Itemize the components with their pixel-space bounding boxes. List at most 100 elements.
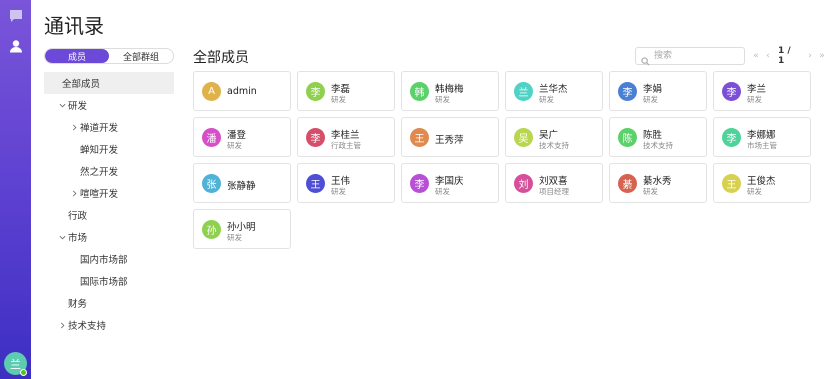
tree-item[interactable]: 市场 [44, 226, 174, 248]
member-role: 研发 [643, 187, 658, 196]
tree-item-label: 财务 [68, 299, 88, 310]
member-card[interactable]: 李李娜娜 市场主管 [713, 117, 811, 157]
tree-item-label: 行政 [68, 211, 88, 222]
member-role: 研发 [747, 95, 762, 104]
tree-item[interactable]: 财务 [44, 292, 174, 314]
tree-item-label: 国际市场部 [80, 277, 128, 288]
member-name: 韩梅梅 [435, 84, 464, 95]
tree-item[interactable]: 研发 [44, 94, 174, 116]
tree-item-label: 全部成员 [62, 79, 101, 90]
member-card[interactable]: 李李国庆 研发 [401, 163, 499, 203]
search-box [635, 47, 745, 66]
chat-icon[interactable] [7, 7, 24, 24]
member-name: 李娟 [643, 84, 663, 95]
tree-item-label: 喧喧开发 [80, 189, 119, 200]
tree-item-label: 蝉知开发 [80, 145, 119, 156]
avatar: 陈 [618, 128, 637, 147]
member-role: 研发 [227, 141, 242, 150]
member-role: 研发 [227, 233, 242, 242]
member-role: 研发 [435, 95, 450, 104]
member-card[interactable]: 李李磊 研发 [297, 71, 395, 111]
member-card[interactable]: 李李娟 研发 [609, 71, 707, 111]
tab-members[interactable]: 成员 [45, 49, 109, 63]
member-card[interactable]: 王王秀萍 [401, 117, 499, 157]
tree-item[interactable]: 行政 [44, 204, 174, 226]
tree-item[interactable]: 然之开发 [44, 160, 174, 182]
member-name: 王俊杰 [747, 176, 776, 187]
tree-item[interactable]: 蝉知开发 [44, 138, 174, 160]
avatar: 潘 [202, 128, 221, 147]
tree-item-label: 研发 [68, 101, 88, 112]
member-card[interactable]: 刘刘双喜 项目经理 [505, 163, 603, 203]
member-card[interactable]: 张张静静 [193, 163, 291, 203]
member-name: 王秀萍 [435, 135, 464, 146]
member-role: 技术支持 [643, 141, 673, 150]
chevron-right-icon[interactable] [58, 321, 66, 329]
avatar: 綦 [618, 174, 637, 193]
next-page-icon[interactable]: › [804, 51, 816, 61]
page-title: 通讯录 [44, 14, 104, 38]
member-name: 李娜娜 [747, 130, 776, 141]
member-name: 李兰 [747, 84, 767, 95]
tab-switcher: 成员 全部群组 [44, 48, 174, 64]
tree-item[interactable]: 国内市场部 [44, 248, 174, 270]
avatar: 李 [618, 82, 637, 101]
avatar: 李 [410, 174, 429, 193]
avatar: 王 [410, 128, 429, 147]
tree-item[interactable]: 全部成员 [44, 72, 174, 94]
member-card[interactable]: 兰兰华杰 研发 [505, 71, 603, 111]
tree-item-label: 市场 [68, 233, 88, 244]
tree-item[interactable]: 喧喧开发 [44, 182, 174, 204]
tree-item[interactable]: 国际市场部 [44, 270, 174, 292]
member-card[interactable]: 陈陈胜 技术支持 [609, 117, 707, 157]
member-role: 研发 [539, 95, 554, 104]
tree-item-label: 技术支持 [68, 321, 107, 332]
avatar: 李 [306, 82, 325, 101]
member-card[interactable]: 吴吴广 技术支持 [505, 117, 603, 157]
member-card[interactable]: 韩韩梅梅 研发 [401, 71, 499, 111]
tree-item-label: 国内市场部 [80, 255, 128, 266]
prev-page-icon[interactable]: ‹ [762, 51, 774, 61]
tree-item[interactable]: 禅道开发 [44, 116, 174, 138]
member-card[interactable]: 李李桂兰 行政主管 [297, 117, 395, 157]
contacts-icon[interactable] [7, 37, 24, 54]
chevron-right-icon[interactable] [70, 189, 78, 197]
member-card[interactable]: 王王伟 研发 [297, 163, 395, 203]
member-name: 陈胜 [643, 130, 663, 141]
member-card[interactable]: 潘潘登 研发 [193, 117, 291, 157]
chevron-down-icon[interactable] [58, 101, 66, 109]
member-role: 研发 [435, 187, 450, 196]
member-name: 刘双喜 [539, 176, 568, 187]
member-card[interactable]: 孙孙小明 研发 [193, 209, 291, 249]
member-name: 王伟 [331, 176, 351, 187]
member-card[interactable]: Aadmin [193, 71, 291, 111]
online-status-dot [20, 369, 27, 376]
member-card[interactable]: 王王俊杰 研发 [713, 163, 811, 203]
avatar: 孙 [202, 220, 221, 239]
avatar: 兰 [514, 82, 533, 101]
member-card[interactable]: 綦綦水秀 研发 [609, 163, 707, 203]
last-page-icon[interactable]: » [816, 51, 828, 61]
member-name: 李桂兰 [331, 130, 360, 141]
chevron-down-icon[interactable] [58, 233, 66, 241]
member-role: 研发 [643, 95, 658, 104]
app-window: 兰 通讯录 成员 全部群组 全部成员 研发 禅道开发 蝉知开发 然之开发 喧喧开发 行政 市场… [0, 0, 828, 379]
member-card[interactable]: 李李兰 研发 [713, 71, 811, 111]
tree-item-label: 禅道开发 [80, 123, 119, 134]
avatar: 张 [202, 174, 221, 193]
avatar: 吴 [514, 128, 533, 147]
tab-all-groups[interactable]: 全部群组 [109, 49, 173, 63]
search-input[interactable] [654, 49, 742, 63]
avatar: 刘 [514, 174, 533, 193]
member-role: 研发 [331, 187, 346, 196]
avatar: A [202, 82, 221, 101]
tree-item[interactable]: 技术支持 [44, 314, 174, 336]
first-page-icon[interactable]: « [750, 51, 762, 61]
member-role: 项目经理 [539, 187, 569, 196]
member-name: 兰华杰 [539, 84, 568, 95]
chevron-right-icon[interactable] [70, 123, 78, 131]
member-name: admin [227, 86, 257, 97]
member-role: 行政主管 [331, 141, 361, 150]
member-name: 李磊 [331, 84, 351, 95]
member-name: 张静静 [227, 181, 256, 192]
